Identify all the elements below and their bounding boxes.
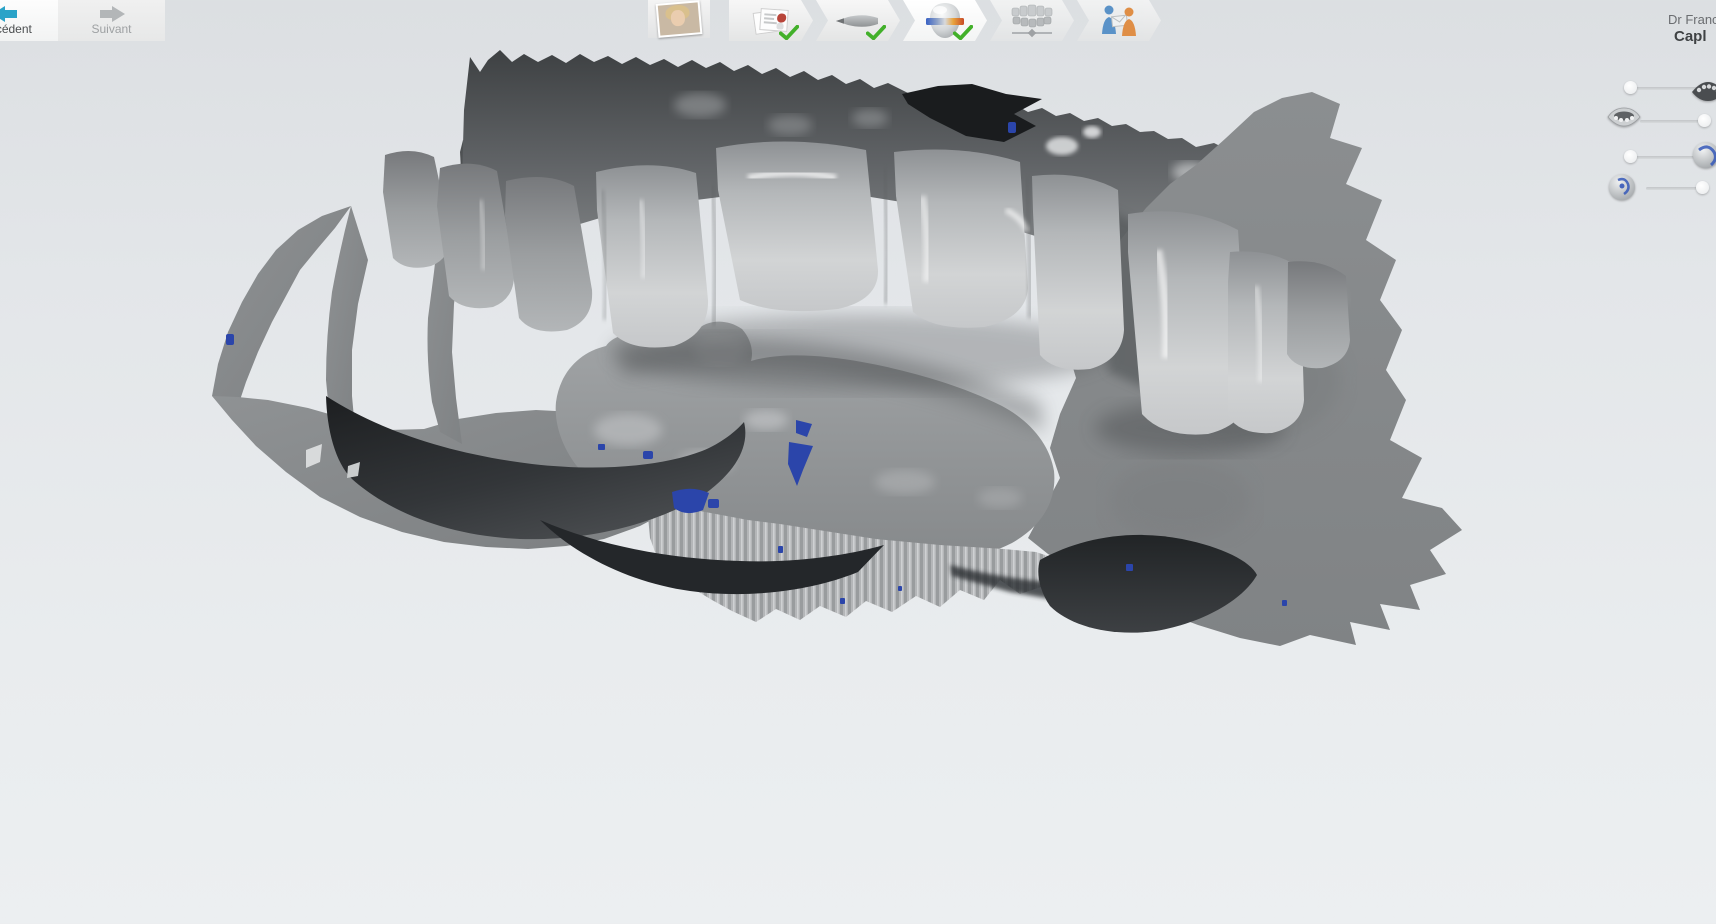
- sphere-blue-scan-thumb-icon[interactable]: [1688, 140, 1716, 172]
- check-icon: [866, 25, 886, 40]
- step-administration[interactable]: [729, 0, 813, 41]
- sphere-blue-model-thumb-icon[interactable]: [1604, 171, 1640, 203]
- doctor-name: Dr Franc: [1668, 12, 1716, 28]
- step-design[interactable]: [990, 0, 1074, 41]
- check-icon: [953, 25, 973, 40]
- patient-info: Dr Franc Capl: [1668, 12, 1716, 47]
- lower-jaw-light-thumb-icon[interactable]: [1604, 105, 1644, 139]
- next-arrow-icon: [99, 6, 125, 22]
- slider-end-dot[interactable]: [1696, 181, 1709, 194]
- workflow-steps: [648, 0, 1161, 41]
- slider-track[interactable]: [1640, 120, 1706, 123]
- dental-cad-app: { "nav": { "previous_label": "Précédent"…: [0, 0, 1716, 924]
- slider-end-dot[interactable]: [1624, 81, 1637, 94]
- patient-photo-icon: [656, 0, 703, 38]
- previous-arrow-icon: [0, 6, 18, 22]
- navigation-bar: Précédent Suivant: [0, 0, 165, 41]
- previous-button[interactable]: Précédent: [0, 0, 58, 41]
- slider-end-dot[interactable]: [1698, 114, 1711, 127]
- previous-label: Précédent: [0, 22, 58, 36]
- send-to-persons-icon: [1100, 4, 1138, 38]
- jaw-teeth-slider-icon: [1009, 4, 1055, 38]
- step-scan[interactable]: [816, 0, 900, 41]
- step-patient-photo[interactable]: [648, 0, 710, 38]
- slider-track[interactable]: [1632, 156, 1694, 159]
- patient-name: Capl: [1674, 28, 1716, 47]
- 3d-model-viewport[interactable]: [0, 0, 1716, 924]
- check-icon: [779, 25, 799, 40]
- upper-jaw-dark-thumb-icon[interactable]: [1688, 70, 1716, 104]
- step-export[interactable]: [1077, 0, 1161, 41]
- slider-end-dot[interactable]: [1624, 150, 1637, 163]
- step-model[interactable]: [903, 0, 987, 41]
- next-button[interactable]: Suivant: [58, 0, 165, 41]
- next-label: Suivant: [58, 22, 165, 36]
